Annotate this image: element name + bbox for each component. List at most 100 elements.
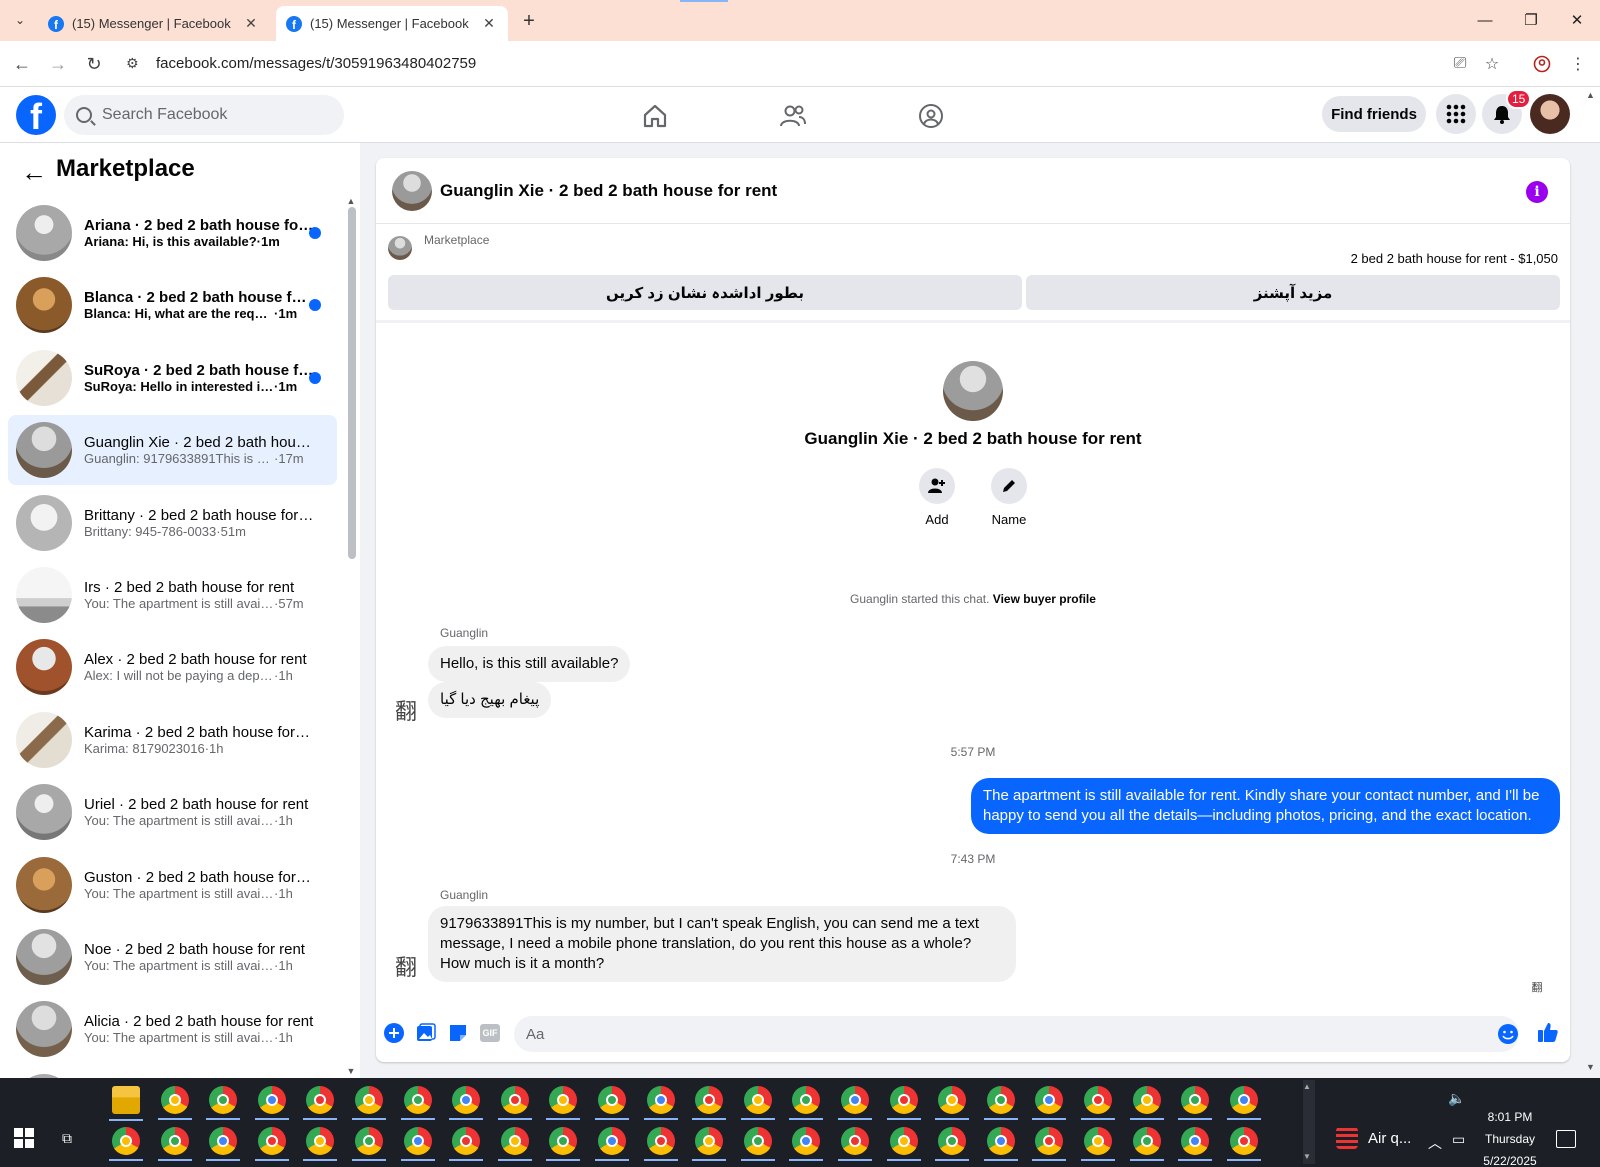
chrome-profile-icon[interactable] [889, 1127, 918, 1155]
chrome-profile-icon[interactable] [1229, 1086, 1258, 1114]
chrome-profile-icon[interactable] [257, 1086, 286, 1114]
system-clock[interactable]: 8:01 PM Thursday 5/22/2025 [1480, 1106, 1540, 1167]
chrome-profile-icon[interactable] [1132, 1127, 1161, 1155]
add-button[interactable]: Add [907, 468, 967, 527]
chrome-profile-icon[interactable] [1084, 1127, 1112, 1155]
incoming-message[interactable]: پیغام بھیج دیا گیا [428, 682, 552, 718]
address-bar[interactable]: ⚙ facebook.com/messages/t/30591963480402… [116, 47, 1542, 79]
conversation-item[interactable]: Brittany · 2 bed 2 bath house for rent Br… [8, 488, 337, 558]
mark-unread-button[interactable]: بطور اداشدہ نشان زد کریں [388, 275, 1022, 310]
taskbar-scroll-down-icon[interactable]: ▼ [1303, 1152, 1311, 1161]
reload-icon[interactable]: ↻ [80, 50, 108, 78]
weather-widget[interactable]: Air q... [1336, 1127, 1411, 1149]
more-options-button[interactable]: مزید آپشنز [1026, 275, 1560, 310]
sidebar-scrollbar[interactable] [348, 207, 356, 559]
groups-nav-icon[interactable] [876, 96, 986, 136]
friends-nav-icon[interactable] [738, 96, 848, 136]
incoming-message[interactable]: 9179633891This is my number, but I can't… [428, 906, 1016, 982]
tray-chevron-icon[interactable]: ︿ [1428, 1133, 1442, 1153]
minimize-button[interactable]: — [1462, 6, 1508, 34]
incoming-message[interactable]: Hello, is this still available? [428, 646, 631, 682]
chrome-profile-icon[interactable] [209, 1127, 238, 1155]
outgoing-message[interactable]: The apartment is still available for ren… [971, 778, 1560, 834]
chrome-profile-icon[interactable] [1181, 1127, 1210, 1155]
new-tab-button[interactable]: + [516, 8, 542, 34]
chrome-profile-icon[interactable] [355, 1127, 383, 1155]
conversation-item[interactable]: Ariana · 2 bed 2 bath house for rent Aria… [8, 198, 337, 268]
name-button[interactable]: Name [979, 468, 1039, 527]
chrome-profile-icon[interactable] [986, 1127, 1015, 1155]
chrome-profile-icon[interactable] [1229, 1127, 1258, 1155]
scroll-down-arrow-icon[interactable]: ▼ [344, 1066, 358, 1076]
chrome-profile-icon[interactable] [160, 1127, 189, 1155]
conversation-item[interactable]: Noe · 2 bed 2 bath house for rent You: Th… [8, 922, 337, 992]
action-center-icon[interactable] [1556, 1130, 1576, 1148]
facebook-logo-icon[interactable]: f [16, 95, 56, 135]
conversation-item[interactable]: Alicia · 2 bed 2 bath house for rent You:… [8, 994, 337, 1064]
conversation-item[interactable]: SuRoya · 2 bed 2 bath house for rentSuRo… [8, 343, 337, 413]
chrome-profile-icon[interactable] [500, 1127, 529, 1155]
chrome-profile-icon[interactable] [646, 1127, 675, 1155]
chrome-profile-icon[interactable] [452, 1086, 481, 1114]
file-explorer-icon[interactable] [112, 1086, 140, 1114]
view-buyer-profile-link[interactable]: View buyer profile [993, 592, 1096, 606]
thumbs-up-icon[interactable] [1536, 1020, 1560, 1044]
conversation-item[interactable]: Blanca · 2 bed 2 bath house for rent Blan… [8, 270, 337, 340]
taskbar-scroll-up-icon[interactable]: ▲ [1303, 1082, 1311, 1091]
chrome-profile-icon[interactable] [986, 1086, 1015, 1114]
network-icon[interactable]: ▭ [1452, 1131, 1465, 1148]
chrome-profile-icon[interactable] [598, 1127, 626, 1155]
chrome-profile-icon[interactable] [257, 1127, 286, 1155]
conversation-item[interactable]: Guston · 2 bed 2 bath house for rent You:… [8, 850, 337, 920]
chrome-profile-icon[interactable] [209, 1086, 238, 1114]
page-scroll-up-icon[interactable]: ▲ [1586, 90, 1595, 100]
chrome-profile-icon[interactable] [841, 1086, 869, 1114]
windows-start-icon[interactable] [14, 1128, 34, 1148]
buyer-avatar[interactable] [943, 361, 1003, 421]
chrome-profile-icon[interactable] [695, 1086, 724, 1114]
back-arrow-icon[interactable]: ← [20, 157, 48, 187]
tab-close-icon[interactable]: ✕ [480, 15, 498, 32]
account-avatar[interactable] [1530, 94, 1570, 134]
chrome-profile-icon[interactable] [743, 1086, 772, 1114]
info-icon[interactable]: i [1526, 181, 1548, 203]
search-input[interactable]: Search Facebook [64, 95, 344, 135]
find-friends-button[interactable]: Find friends [1322, 96, 1426, 132]
chat-header-title[interactable]: Guanglin Xie · 2 bed 2 bath house for re… [440, 181, 777, 201]
chrome-profile-icon[interactable] [112, 1127, 140, 1155]
chrome-profile-icon[interactable] [403, 1086, 432, 1114]
browser-tab-2[interactable]: f (15) Messenger | Facebook ✕ [276, 6, 508, 41]
chrome-profile-icon[interactable] [500, 1086, 529, 1114]
menu-grid-icon[interactable] [1436, 94, 1476, 134]
chrome-profile-icon[interactable] [598, 1086, 626, 1114]
chrome-profile-icon[interactable] [743, 1127, 772, 1155]
browser-menu-icon[interactable]: ⋮ [1566, 52, 1590, 76]
forward-arrow-icon[interactable]: → [44, 50, 72, 78]
chrome-profile-icon[interactable] [889, 1086, 918, 1114]
chrome-profile-icon[interactable] [646, 1086, 675, 1114]
chrome-profile-icon[interactable] [1132, 1086, 1161, 1114]
back-arrow-icon[interactable]: ← [8, 50, 36, 78]
chrome-profile-icon[interactable] [938, 1127, 967, 1155]
chrome-profile-icon[interactable] [403, 1127, 432, 1155]
chat-header-avatar[interactable] [392, 171, 432, 211]
site-settings-icon[interactable]: ⚙ [126, 55, 150, 72]
conversation-item[interactable]: Karima · 2 bed 2 bath house for rent Kari… [8, 705, 337, 775]
browser-tab-1[interactable]: f (15) Messenger | Facebook ✕ [38, 6, 270, 41]
conversation-item[interactable]: Uriel · 2 bed 2 bath house for rent You: … [8, 777, 337, 847]
chrome-profile-icon[interactable] [695, 1127, 724, 1155]
volume-icon[interactable]: 🔈 [1448, 1090, 1465, 1107]
conversation-item[interactable]: Alex · 2 bed 2 bath house for rent Alex: … [8, 632, 337, 702]
conversation-item[interactable]: Guanglin Xie · 2 bed 2 bath house for re… [8, 415, 337, 486]
message-input[interactable]: Aa [514, 1016, 1519, 1052]
restore-button[interactable]: ❐ [1508, 6, 1554, 34]
close-window-button[interactable]: ✕ [1554, 6, 1600, 34]
chrome-profile-icon[interactable] [160, 1086, 189, 1114]
bookmark-star-icon[interactable]: ☆ [1480, 52, 1504, 76]
chrome-profile-icon[interactable] [355, 1086, 383, 1114]
page-scroll-down-icon[interactable]: ▼ [1586, 1062, 1595, 1072]
chrome-profile-icon[interactable] [1181, 1086, 1210, 1114]
chrome-profile-icon[interactable] [841, 1127, 869, 1155]
scroll-up-arrow-icon[interactable]: ▲ [344, 196, 358, 206]
task-view-icon[interactable]: ⧉ [62, 1130, 82, 1148]
